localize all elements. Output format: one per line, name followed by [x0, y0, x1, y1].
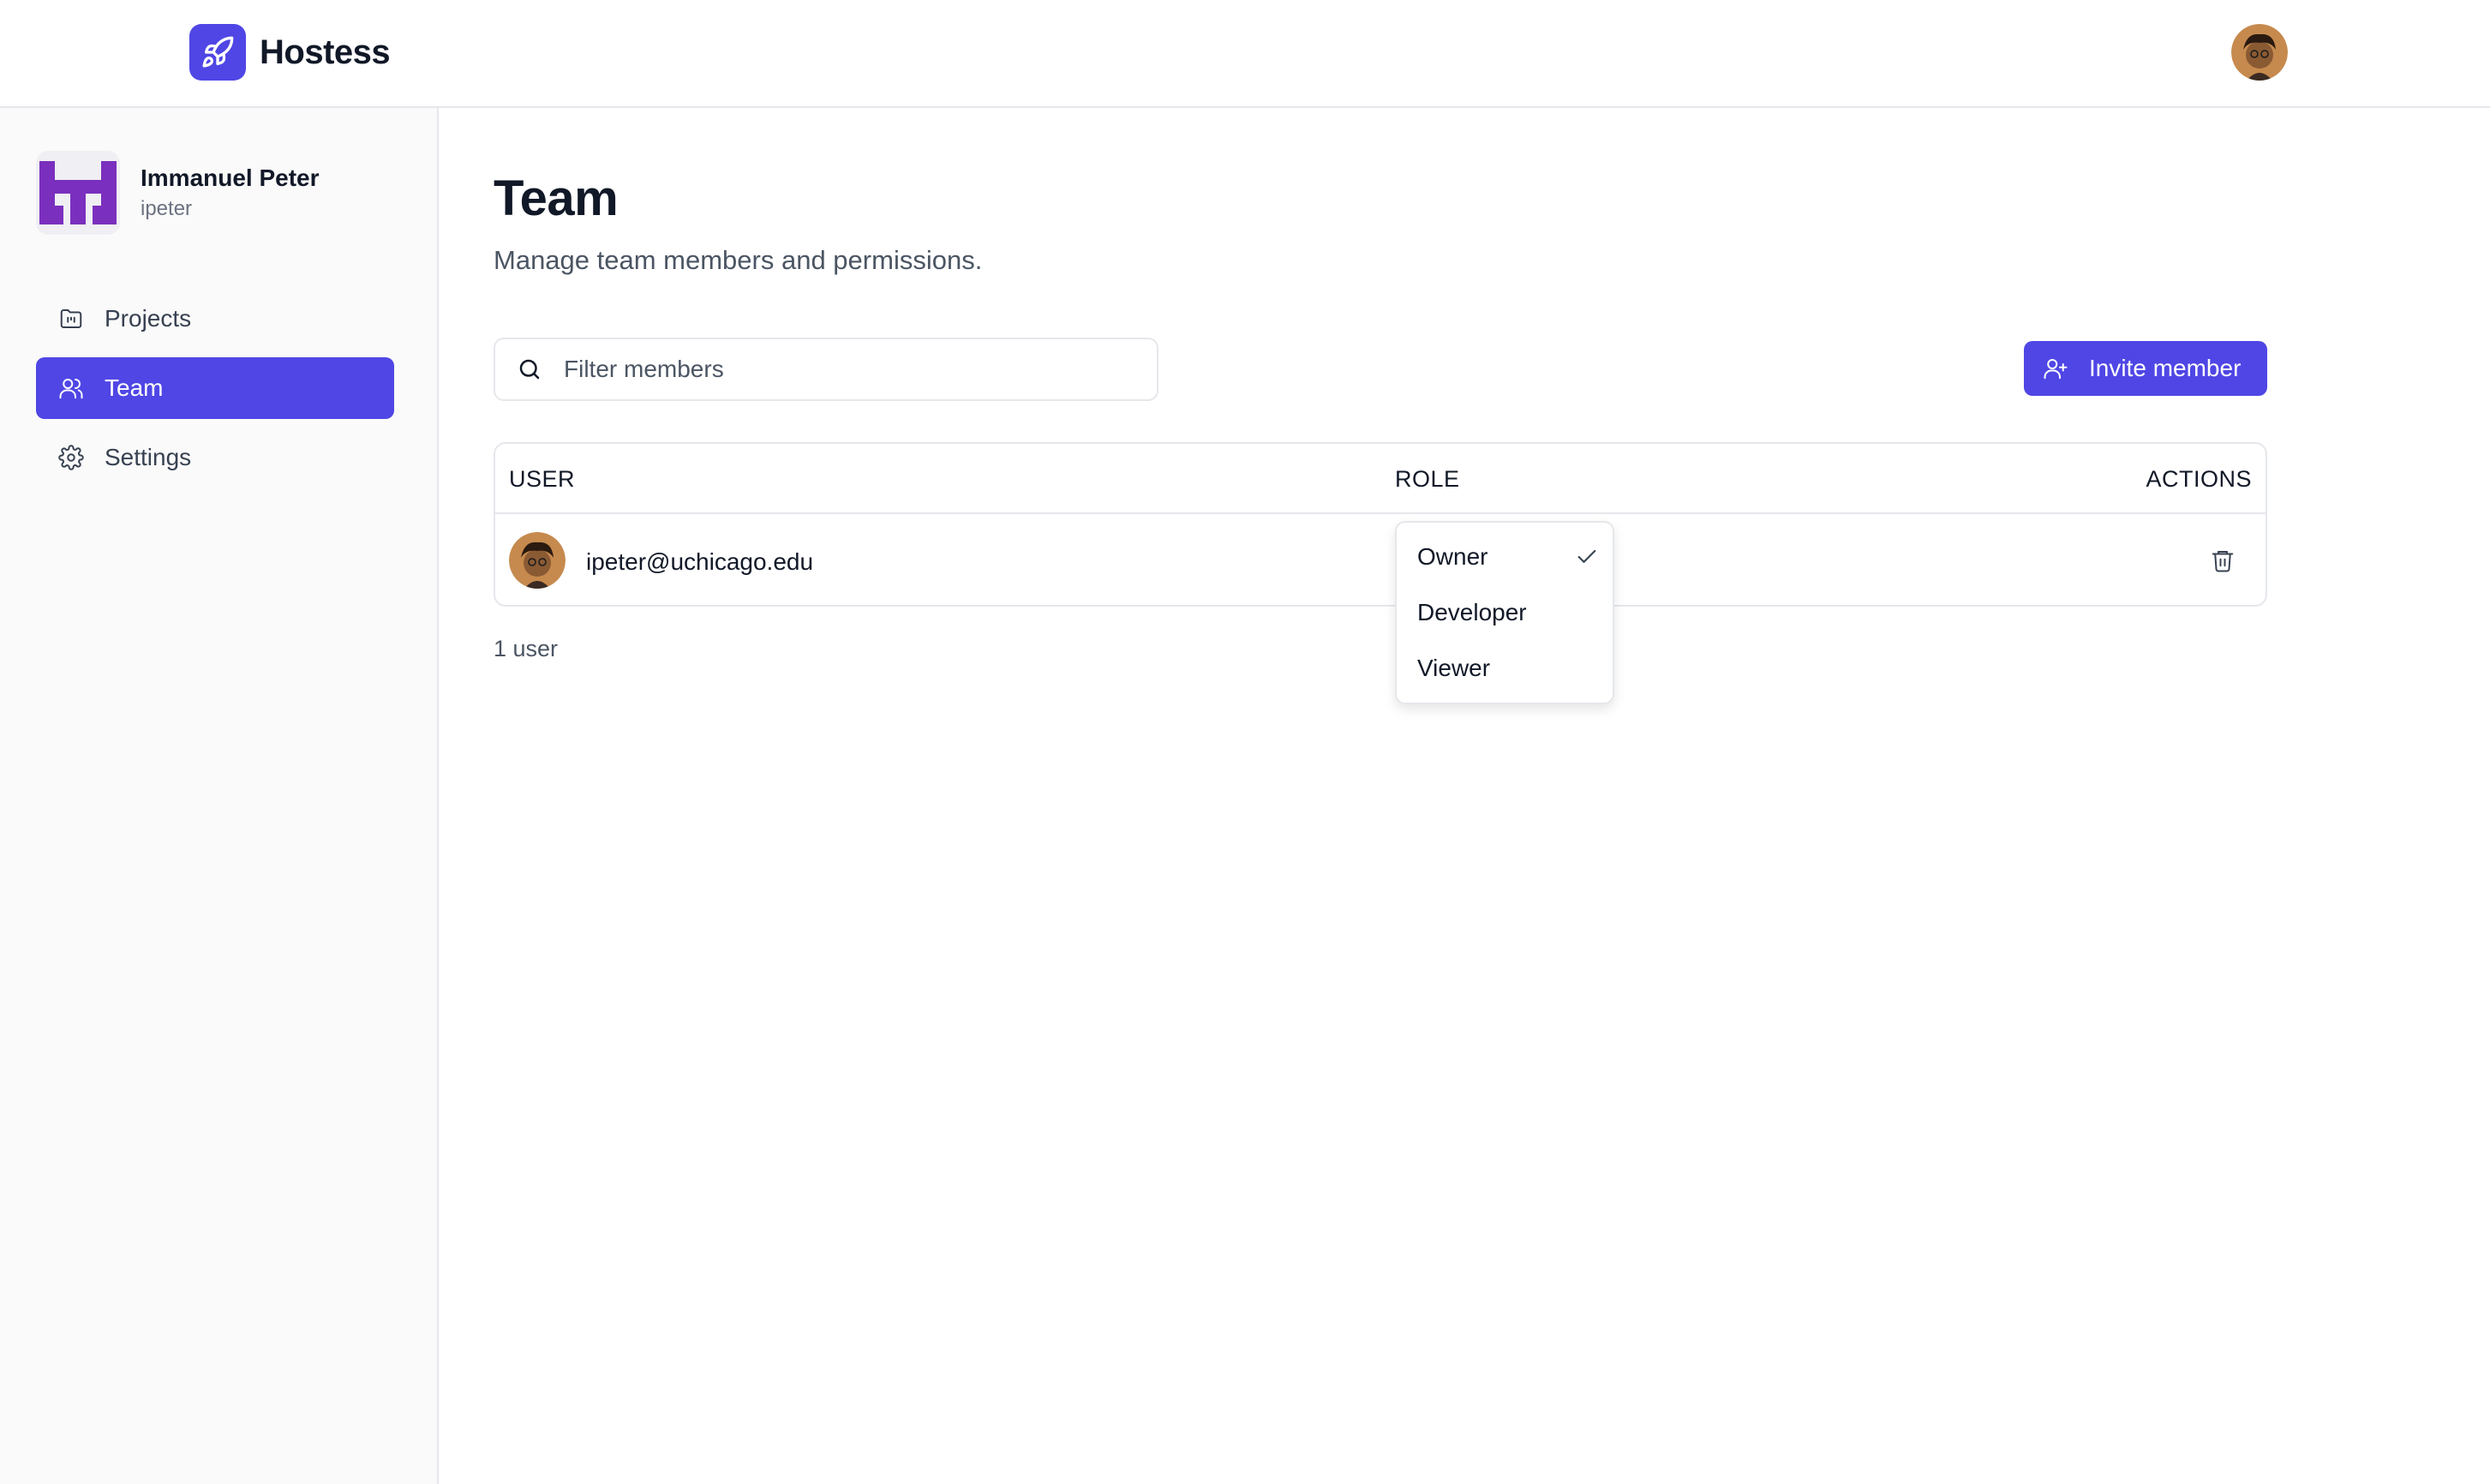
invite-member-button[interactable]: Invite member	[2024, 341, 2267, 396]
search-input[interactable]	[564, 356, 1112, 383]
role-option-viewer[interactable]: Viewer	[1417, 655, 1490, 682]
invite-member-label: Invite member	[2089, 355, 2242, 381]
members-table: USER ROLE ACTIONS ipeter@uchicago.edu	[494, 442, 2267, 607]
column-header-user[interactable]: USER	[509, 466, 575, 493]
search-icon	[514, 354, 545, 385]
member-avatar	[509, 532, 566, 589]
users-icon	[57, 374, 86, 403]
sidebar-item-projects[interactable]: Projects	[36, 288, 394, 350]
column-header-actions: ACTIONS	[2146, 466, 2252, 492]
check-icon	[1573, 543, 1601, 571]
top-bar: Hostess	[0, 0, 2490, 108]
user-plus-icon	[2041, 354, 2070, 383]
profile-handle: ipeter	[141, 197, 193, 220]
page-title: Team	[494, 171, 619, 226]
member-count: 1 user	[494, 636, 559, 661]
sidebar-nav: Projects Team Settings	[36, 288, 394, 496]
gear-icon	[57, 443, 86, 472]
search-box[interactable]	[494, 338, 1158, 401]
role-option-owner[interactable]: Owner	[1417, 543, 1487, 571]
sidebar: Immanuel Peter ipeter Projects Team Sett…	[0, 108, 439, 1484]
sidebar-item-label: Settings	[105, 444, 192, 470]
column-header-role[interactable]: ROLE	[1395, 466, 1460, 493]
trash-icon[interactable]	[2207, 545, 2238, 576]
sidebar-item-settings[interactable]: Settings	[36, 427, 394, 488]
brand[interactable]: Hostess	[189, 24, 391, 81]
sidebar-item-team[interactable]: Team	[36, 357, 394, 419]
page-subtitle: Manage team members and permissions.	[494, 245, 983, 275]
table-row[interactable]: ipeter@uchicago.edu	[495, 516, 2266, 607]
rocket-icon	[189, 24, 246, 81]
user-avatar[interactable]	[2231, 24, 2288, 81]
member-email: ipeter@uchicago.edu	[586, 548, 814, 575]
org-logo-icon	[36, 151, 120, 235]
profile-card[interactable]: Immanuel Peter ipeter	[36, 151, 320, 235]
app-name: Hostess	[260, 33, 391, 71]
sidebar-item-label: Projects	[105, 305, 192, 332]
role-dropdown-menu: Owner Developer Viewer	[1395, 521, 1614, 704]
profile-name: Immanuel Peter	[141, 165, 320, 191]
table-header: USER ROLE ACTIONS	[495, 444, 2266, 514]
folder-icon	[57, 304, 86, 333]
role-option-developer[interactable]: Developer	[1417, 599, 1527, 626]
sidebar-item-label: Team	[105, 374, 164, 401]
